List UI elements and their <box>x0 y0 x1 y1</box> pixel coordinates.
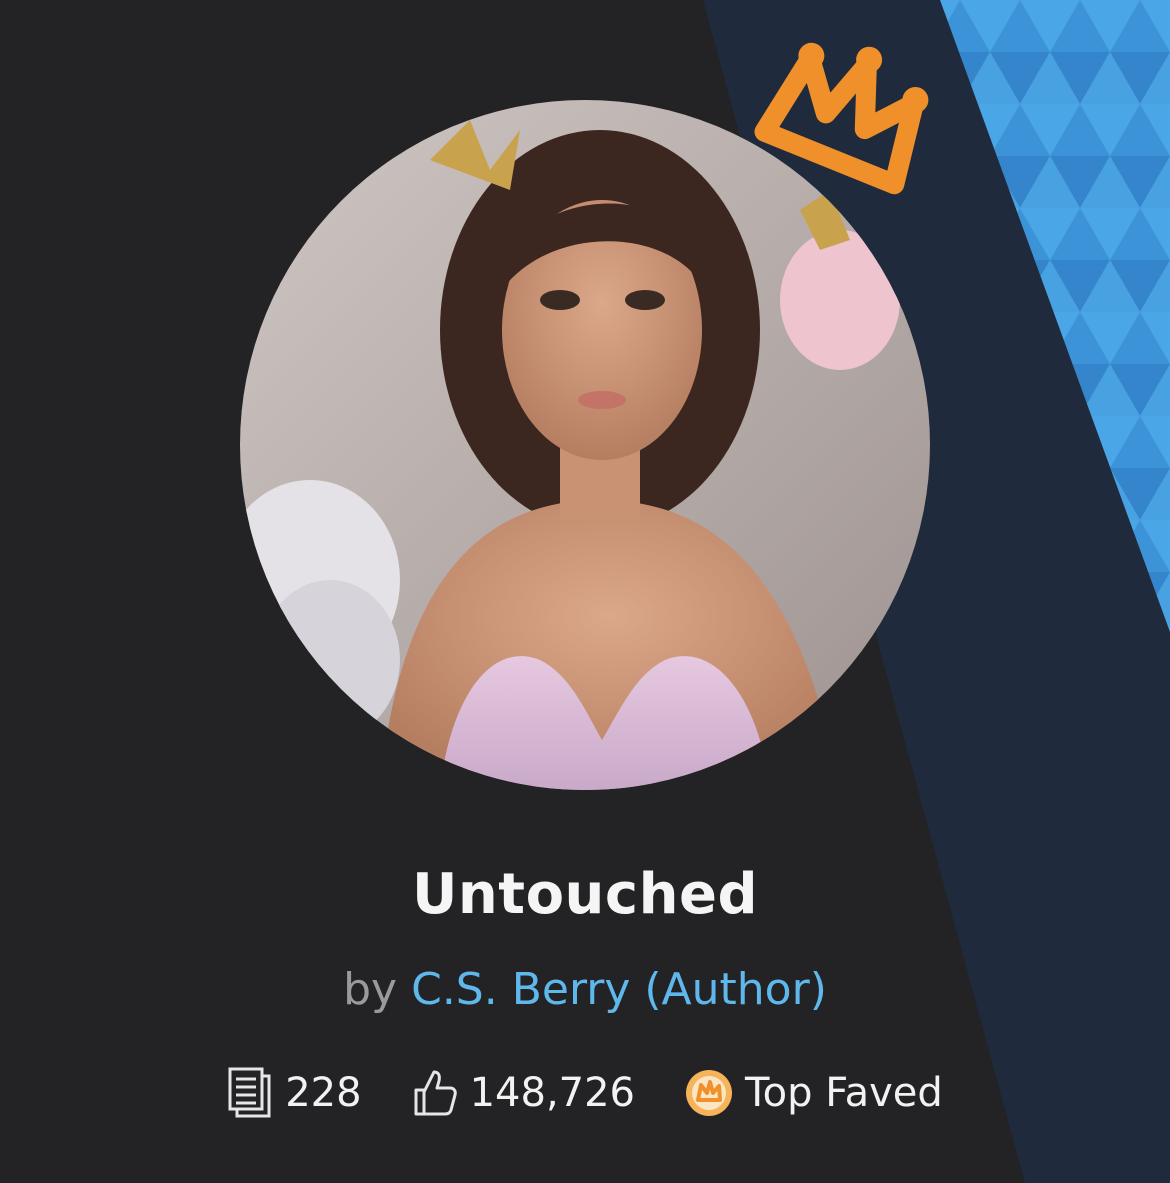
top-faved-badge-icon <box>686 1070 733 1116</box>
badge-label: Top Faved <box>745 1070 943 1116</box>
book-cover-image[interactable] <box>240 100 930 790</box>
book-detail-page: Untouched by C.S. Berry (Author) 228 148… <box>0 0 1170 1183</box>
likes-stat: 148,726 <box>412 1068 635 1118</box>
pages-stat: 228 <box>227 1066 362 1120</box>
byline: by C.S. Berry (Author) <box>0 964 1170 1015</box>
book-title: Untouched <box>411 862 759 927</box>
stats-row: 228 148,726 Top Faved <box>0 1066 1170 1120</box>
by-label: by <box>343 964 398 1015</box>
pages-icon <box>228 1067 271 1118</box>
badge-stat: Top Faved <box>685 1069 943 1117</box>
pages-count: 228 <box>285 1070 362 1116</box>
cover-illustration <box>240 100 930 790</box>
author-link[interactable]: C.S. Berry (Author) <box>411 964 827 1015</box>
thumbs-up-icon <box>414 1070 457 1116</box>
likes-count: 148,726 <box>469 1070 636 1116</box>
